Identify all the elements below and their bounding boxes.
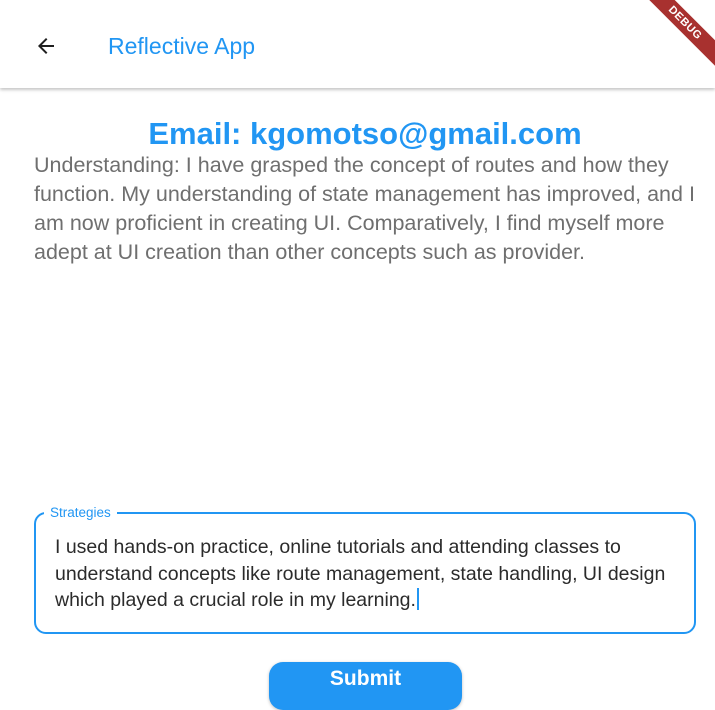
submit-button[interactable]: Submit — [269, 662, 462, 710]
text-caret — [416, 588, 419, 610]
app-bar: Reflective App — [0, 0, 715, 88]
strategies-text-field[interactable]: Strategies I used hands-on practice, onl… — [34, 504, 696, 634]
back-button[interactable] — [22, 22, 70, 70]
strategies-field-value[interactable]: I used hands-on practice, online tutoria… — [55, 534, 687, 614]
strategies-field-label: Strategies — [44, 504, 117, 522]
app-title: Reflective App — [108, 33, 256, 59]
reflection-text: Understanding: I have grasped the concep… — [34, 153, 695, 264]
email-heading: Email: kgomotso@gmail.com — [148, 116, 582, 151]
strategies-field-text: I used hands-on practice, online tutoria… — [55, 536, 666, 611]
arrow-left-icon — [38, 38, 54, 54]
